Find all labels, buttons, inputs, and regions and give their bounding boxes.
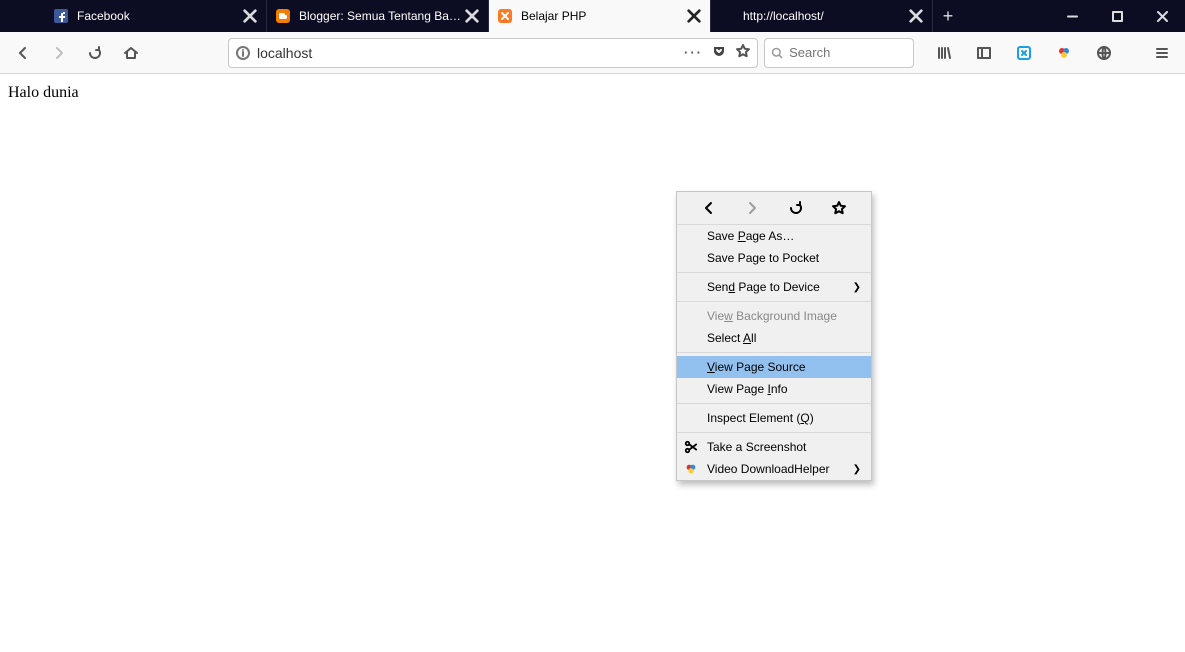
scissors-icon: [683, 439, 699, 455]
menu-separator: [677, 301, 871, 302]
close-icon[interactable]: [464, 8, 480, 24]
menu-label: View Page Info: [707, 382, 788, 396]
menu-separator: [677, 272, 871, 273]
ctx-view-background-image: View Background Image: [677, 305, 871, 327]
tabs-after: +: [933, 0, 963, 32]
menu-label: Select All: [707, 331, 756, 345]
menu-label: Inspect Element (Q): [707, 411, 814, 425]
minimize-button[interactable]: [1050, 0, 1095, 32]
idm-icon[interactable]: [1009, 38, 1039, 68]
tab-label: Blogger: Semua Tentang Bahasa: [299, 9, 464, 23]
library-icon[interactable]: [929, 38, 959, 68]
blogger-icon: [275, 8, 291, 24]
tab-label: Facebook: [77, 9, 242, 23]
ctx-select-all[interactable]: Select All: [677, 327, 871, 349]
identity-info-icon[interactable]: [235, 45, 251, 61]
menu-label: Save Page to Pocket: [707, 251, 819, 265]
menu-separator: [677, 352, 871, 353]
toolbar-right: [929, 38, 1177, 68]
menu-button[interactable]: [1147, 38, 1177, 68]
menu-label: View Page Source: [707, 360, 806, 374]
ctx-video-downloadhelper[interactable]: Video DownloadHelper ❯: [677, 458, 871, 480]
tab-strip: Facebook Blogger: Semua Tentang Bahasa B…: [0, 0, 1050, 32]
navbar: ···: [0, 32, 1185, 74]
tab-localhost[interactable]: http://localhost/: [711, 0, 933, 32]
close-window-button[interactable]: [1140, 0, 1185, 32]
facebook-icon: [53, 8, 69, 24]
back-button[interactable]: [8, 38, 38, 68]
ctx-view-page-info[interactable]: View Page Info: [677, 378, 871, 400]
menu-label: Video DownloadHelper: [707, 462, 830, 476]
page-content: Halo dunia: [0, 74, 1185, 112]
search-icon: [771, 46, 783, 60]
window-controls: [1050, 0, 1185, 32]
ctx-reload-icon[interactable]: [786, 198, 806, 218]
page-actions-icon[interactable]: ···: [684, 45, 703, 60]
sidebar-icon[interactable]: [969, 38, 999, 68]
tab-blogger[interactable]: Blogger: Semua Tentang Bahasa: [267, 0, 489, 32]
ctx-forward-icon[interactable]: [742, 198, 762, 218]
url-input[interactable]: [257, 45, 678, 61]
new-tab-button[interactable]: +: [933, 6, 963, 27]
ctx-take-screenshot[interactable]: Take a Screenshot: [677, 436, 871, 458]
search-bar[interactable]: [764, 38, 914, 68]
chevron-right-icon: ❯: [853, 282, 861, 293]
titlebar: Facebook Blogger: Semua Tentang Bahasa B…: [0, 0, 1185, 32]
tab-facebook[interactable]: Facebook: [45, 0, 267, 32]
menu-label: View Background Image: [707, 309, 837, 323]
tab-label: http://localhost/: [743, 9, 908, 23]
bookmark-star-icon[interactable]: [735, 43, 751, 62]
menu-separator: [677, 403, 871, 404]
home-button[interactable]: [116, 38, 146, 68]
ctx-view-page-source[interactable]: View Page Source: [677, 356, 871, 378]
ctx-back-icon[interactable]: [699, 198, 719, 218]
vdh-icon[interactable]: [1049, 38, 1079, 68]
forward-button[interactable]: [44, 38, 74, 68]
reload-button[interactable]: [80, 38, 110, 68]
menu-label: Take a Screenshot: [707, 440, 806, 454]
url-bar[interactable]: ···: [228, 38, 758, 68]
ctx-save-to-pocket[interactable]: Save Page to Pocket: [677, 247, 871, 269]
tab-belajar-php[interactable]: Belajar PHP: [489, 0, 711, 32]
ctx-bookmark-icon[interactable]: [829, 198, 849, 218]
globe-icon[interactable]: [1089, 38, 1119, 68]
context-nav-row: [677, 192, 871, 225]
close-icon[interactable]: [908, 8, 924, 24]
chevron-right-icon: ❯: [853, 464, 861, 475]
ctx-save-page-as[interactable]: Save Page As…: [677, 225, 871, 247]
maximize-button[interactable]: [1095, 0, 1140, 32]
tab-label: Belajar PHP: [521, 9, 686, 23]
menu-label: Save Page As…: [707, 229, 794, 243]
ctx-send-page-to-device[interactable]: Send Page to Device ❯: [677, 276, 871, 298]
page-text: Halo dunia: [8, 84, 79, 101]
close-icon[interactable]: [686, 8, 702, 24]
context-menu: Save Page As… Save Page to Pocket Send P…: [676, 191, 872, 481]
vdh-icon: [683, 461, 699, 477]
ctx-inspect-element[interactable]: Inspect Element (Q): [677, 407, 871, 429]
pocket-icon[interactable]: [711, 43, 727, 62]
menu-separator: [677, 432, 871, 433]
close-icon[interactable]: [242, 8, 258, 24]
menu-label: Send Page to Device: [707, 280, 820, 294]
xampp-icon: [497, 8, 513, 24]
search-input[interactable]: [789, 45, 907, 60]
